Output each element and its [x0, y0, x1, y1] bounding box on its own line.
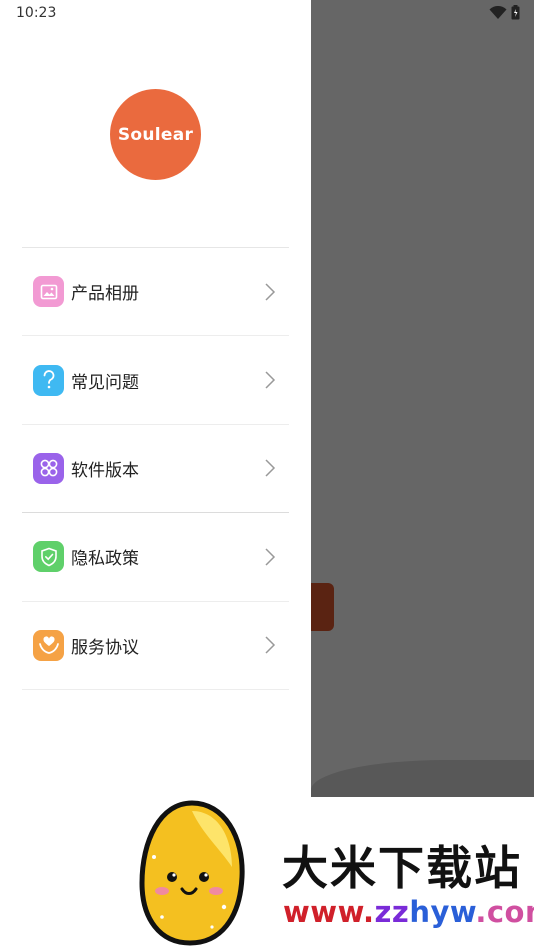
- question-icon: [33, 364, 64, 396]
- shield-check-icon: [33, 541, 64, 573]
- navigation-drawer: Soulear 产品相册 常见问题 软件版本 隐私政策 服务协议: [0, 0, 311, 797]
- menu-item-service-agreement[interactable]: 服务协议: [22, 602, 289, 690]
- app-logo: Soulear: [110, 89, 201, 180]
- watermark-url: www.zzhyw.com: [283, 895, 534, 929]
- apps-grid-icon: [33, 452, 64, 484]
- heart-hands-icon: [33, 629, 64, 661]
- status-bar-time: 10:23: [16, 5, 57, 21]
- watermark-title: 大米下载站: [282, 841, 522, 895]
- chevron-right-icon: [265, 371, 276, 389]
- status-bar-icons: [489, 5, 520, 20]
- watermark-url-part: zz: [374, 895, 410, 929]
- rice-mascot-icon: [139, 800, 245, 946]
- battery-icon: [511, 5, 520, 20]
- chevron-right-icon: [265, 283, 276, 301]
- watermark-url-part: hyw: [409, 895, 476, 929]
- app-logo-text: Soulear: [117, 124, 194, 145]
- menu-item-software-version[interactable]: 软件版本: [22, 425, 289, 514]
- menu-item-faq[interactable]: 常见问题: [22, 336, 289, 425]
- menu-item-label: 隐私政策: [71, 549, 139, 570]
- menu-item-label: 常见问题: [71, 372, 139, 393]
- chevron-right-icon: [265, 459, 276, 477]
- photo-album-icon: [33, 276, 64, 308]
- watermark-url-part: .com: [475, 895, 534, 929]
- menu-item-privacy-policy[interactable]: 隐私政策: [22, 513, 289, 602]
- drawer-menu: 产品相册 常见问题 软件版本 隐私政策 服务协议: [22, 248, 289, 690]
- menu-item-label: 软件版本: [71, 460, 139, 481]
- watermark-url-part: www.: [283, 895, 375, 929]
- chevron-right-icon: [265, 636, 276, 654]
- menu-item-product-album[interactable]: 产品相册: [22, 248, 289, 337]
- menu-item-label: 产品相册: [71, 284, 139, 305]
- menu-item-label: 服务协议: [71, 637, 139, 658]
- chevron-right-icon: [265, 548, 276, 566]
- wifi-icon: [489, 5, 507, 19]
